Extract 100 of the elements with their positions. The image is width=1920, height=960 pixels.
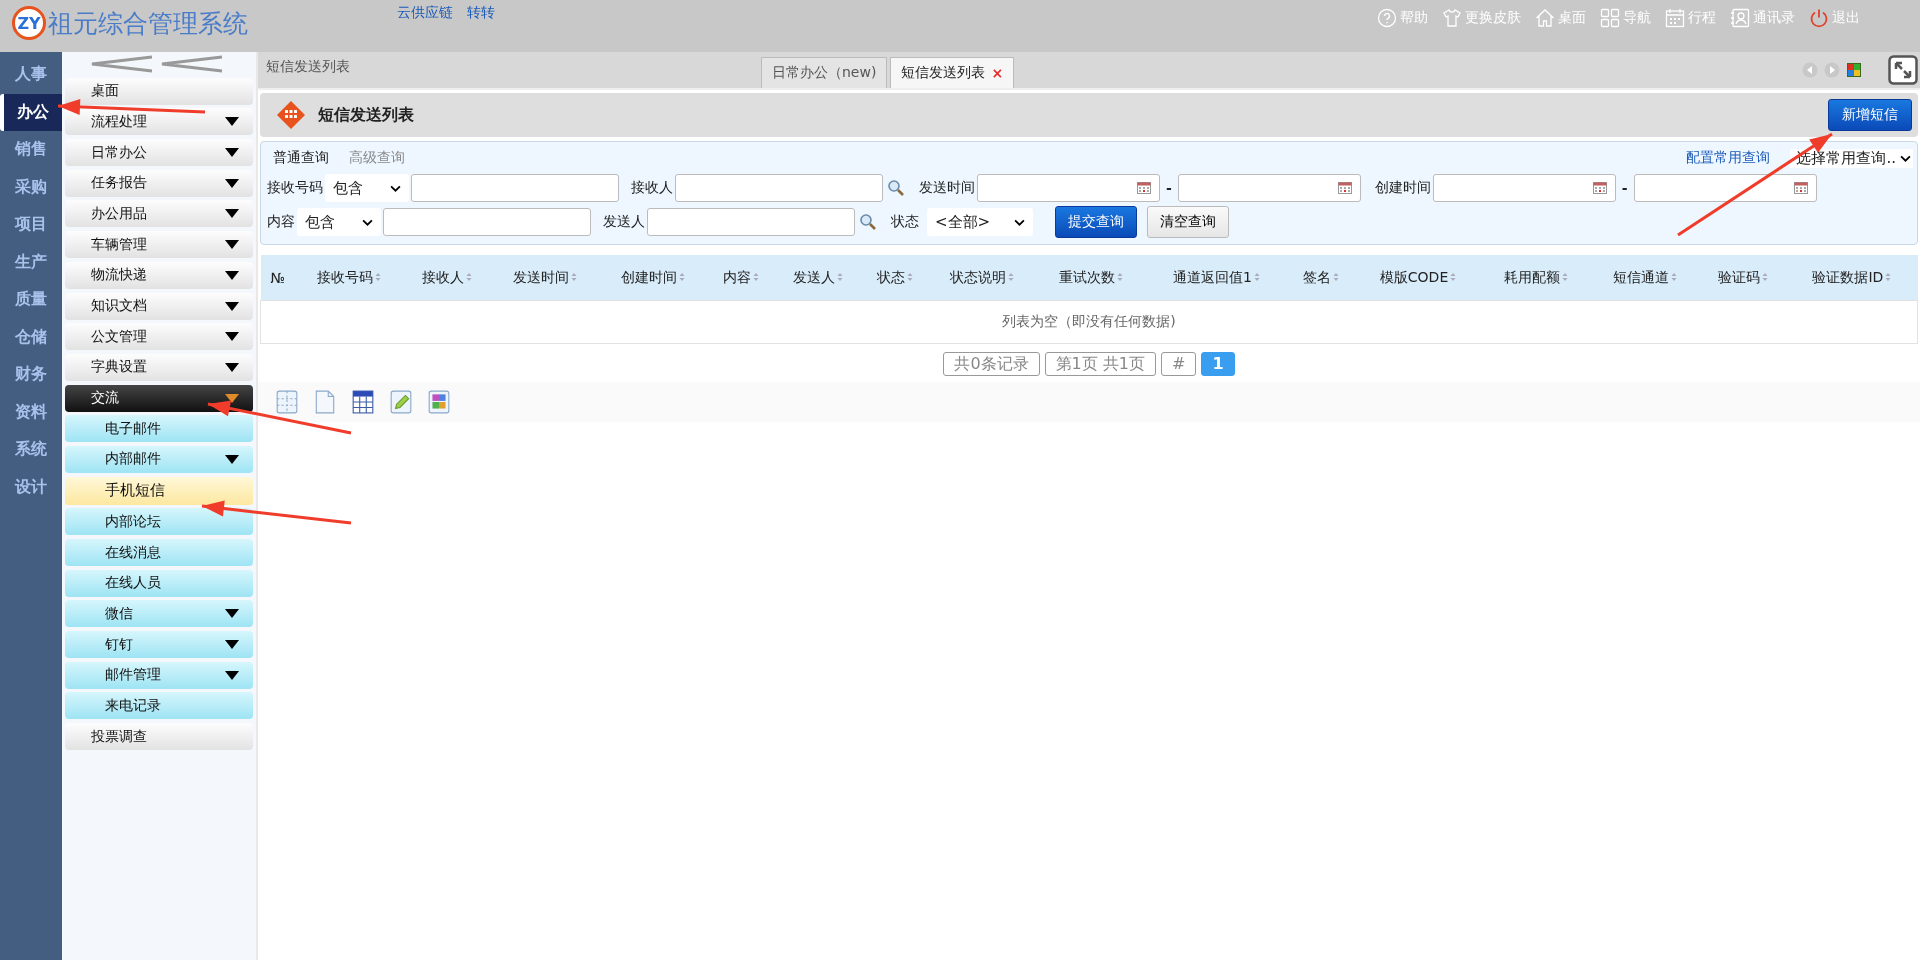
submenu-item[interactable]: 电子邮件 — [65, 415, 253, 443]
tiles-icon[interactable] — [1846, 62, 1862, 78]
submenu-item[interactable]: 在线人员 — [65, 569, 253, 597]
column-header[interactable]: 通道返回值1 — [1144, 255, 1289, 301]
chevron-icon — [362, 218, 373, 226]
date-field[interactable] — [977, 174, 1160, 202]
fullscreen-icon[interactable] — [1888, 55, 1918, 85]
field-label: 内容 — [267, 213, 295, 231]
column-header[interactable]: 接收号码 — [294, 255, 404, 301]
column-header[interactable]: 发送人 — [774, 255, 862, 301]
submenu-item[interactable]: 来电记录 — [65, 692, 253, 720]
menu-item[interactable]: 车辆管理 — [65, 231, 253, 259]
menu-item[interactable]: 桌面 — [65, 77, 253, 105]
close-icon[interactable]: × — [991, 65, 1004, 81]
column-header[interactable]: 耗用配额 — [1481, 255, 1591, 301]
column-header[interactable]: 验证码 — [1698, 255, 1787, 301]
date-field[interactable] — [1633, 174, 1817, 202]
calendar-icon — [1337, 182, 1352, 194]
column-header[interactable]: 模版CODE — [1354, 255, 1482, 301]
module-tab[interactable]: 仓储 — [0, 318, 62, 356]
jump-button[interactable]: # — [1161, 352, 1197, 376]
menu-item[interactable]: 公文管理 — [65, 323, 253, 351]
submenu-item[interactable]: 微信 — [65, 600, 253, 628]
column-header[interactable]: 创建时间 — [599, 255, 708, 301]
top-link[interactable]: 转转 — [467, 4, 495, 22]
table-icon[interactable] — [352, 390, 374, 414]
scroll-right-icon[interactable] — [1824, 62, 1840, 78]
search-icon[interactable] — [859, 213, 877, 231]
submenu-item[interactable]: 钉钉 — [65, 631, 253, 659]
module-tab[interactable]: 人事 — [0, 56, 62, 94]
empty-message: 列表为空（即没有任何数据) — [260, 300, 1918, 344]
module-tab[interactable]: 采购 — [0, 168, 62, 206]
menu-item[interactable]: 任务报告 — [65, 169, 253, 197]
module-tab[interactable]: 项目 — [0, 206, 62, 244]
submenu-item[interactable]: 在线消息 — [65, 539, 253, 566]
status-select[interactable]: <全部> — [927, 208, 1033, 236]
menu-item[interactable]: 投票调查 — [65, 723, 253, 751]
column-header[interactable]: 状态 — [861, 255, 928, 301]
query-mode-tab[interactable]: 普通查询 — [273, 149, 329, 167]
menu-item[interactable]: 物流快递 — [65, 261, 253, 289]
power-icon — [1809, 8, 1829, 28]
column-header[interactable]: 重试次数 — [1036, 255, 1145, 301]
menu-item[interactable]: 交流 — [65, 384, 253, 412]
pencil-icon[interactable] — [390, 390, 412, 414]
module-tab[interactable]: 办公 — [0, 93, 62, 131]
column-header[interactable]: 内容 — [707, 255, 774, 301]
field-label: 创建时间 — [1374, 179, 1431, 197]
input-field[interactable] — [647, 208, 855, 236]
menu-item[interactable]: 日常办公 — [65, 139, 253, 167]
table-outline-icon[interactable] — [276, 390, 298, 414]
column-header[interactable]: № — [260, 255, 295, 301]
contact-card-icon — [1730, 8, 1750, 28]
add-sms-button[interactable]: 新增短信 — [1828, 99, 1912, 131]
column-header[interactable]: 短信通道 — [1590, 255, 1699, 301]
module-tab[interactable]: 资料 — [0, 393, 62, 431]
module-tab[interactable]: 质量 — [0, 281, 62, 319]
help-icon — [1377, 8, 1397, 28]
submenu-item[interactable]: 邮件管理 — [65, 661, 253, 689]
search-icon[interactable] — [887, 179, 905, 197]
home-icon — [1535, 8, 1555, 28]
breadcrumb: 短信发送列表 — [265, 58, 351, 76]
menu-item[interactable]: 流程处理 — [65, 108, 253, 136]
input-field[interactable] — [675, 174, 883, 202]
scroll-left-icon[interactable] — [1802, 62, 1818, 78]
field-label: 发送人 — [603, 213, 645, 231]
module-tab[interactable]: 系统 — [0, 431, 62, 469]
config-link[interactable]: 配置常用查询 — [1686, 149, 1771, 167]
submit-query-button[interactable]: 提交查询 — [1055, 206, 1137, 238]
range-separator: - — [1621, 180, 1628, 196]
menu-item[interactable]: 办公用品 — [65, 200, 253, 228]
document-icon[interactable] — [314, 390, 336, 414]
column-header[interactable]: 签名 — [1288, 255, 1355, 301]
page-tab[interactable]: 日常办公（new) — [761, 57, 888, 88]
module-tab[interactable]: 财务 — [0, 356, 62, 394]
operator-select[interactable]: 包含 — [325, 174, 409, 202]
column-header[interactable]: 验证数据ID — [1786, 255, 1918, 301]
menu-item[interactable]: 知识文档 — [65, 292, 253, 320]
date-field[interactable] — [1432, 174, 1616, 202]
column-header[interactable]: 状态说明 — [927, 255, 1037, 301]
page-tab[interactable]: 短信发送列表 × — [890, 57, 1015, 88]
submenu-item[interactable]: 内部论坛 — [65, 508, 253, 536]
field-label: 发送时间 — [919, 179, 975, 197]
input-field[interactable] — [411, 174, 619, 202]
menu-item[interactable]: 字典设置 — [65, 353, 253, 381]
column-header[interactable]: 接收人 — [403, 255, 491, 301]
operator-select[interactable]: 包含 — [297, 208, 381, 236]
clear-query-button[interactable]: 清空查询 — [1147, 206, 1229, 238]
column-header[interactable]: 发送时间 — [490, 255, 600, 301]
module-tab[interactable]: 生产 — [0, 243, 62, 281]
calendar-icon — [1665, 8, 1685, 28]
top-link[interactable]: 云供应链 — [397, 4, 453, 22]
submenu-item[interactable]: 内部邮件 — [65, 445, 253, 473]
date-field[interactable] — [1177, 174, 1361, 202]
submenu-item[interactable]: 手机短信 — [65, 476, 253, 505]
puzzle-icon[interactable] — [428, 390, 450, 414]
module-tab[interactable]: 销售 — [0, 131, 62, 169]
record-count: 共0条记录 — [943, 352, 1040, 376]
input-field[interactable] — [383, 208, 591, 236]
module-tab[interactable]: 设计 — [0, 468, 62, 506]
chevron-icon — [1900, 154, 1911, 162]
